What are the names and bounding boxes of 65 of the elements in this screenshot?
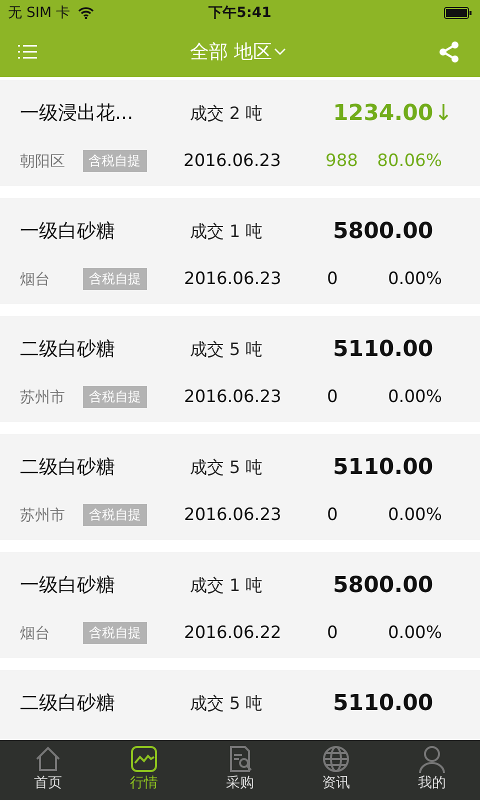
globe-icon: [321, 745, 351, 773]
status-time: 下午5:41: [208, 4, 272, 22]
share-icon[interactable]: [438, 40, 460, 62]
quote-card[interactable]: 二级白砂糖 成交 5 吨 5110.00: [0, 670, 480, 740]
date-text: 2016.06.23: [184, 387, 282, 407]
tab[interactable]: 行情: [96, 741, 192, 800]
volume-text: 成交 1 吨: [190, 220, 264, 242]
menu-icon[interactable]: [18, 44, 38, 60]
change-text: 0: [327, 387, 339, 407]
change-text: 0: [327, 623, 339, 643]
tab[interactable]: 采购: [192, 741, 288, 800]
down-arrow-icon: ↓: [434, 100, 453, 126]
price-text: 1234.00: [333, 100, 434, 126]
volume-text: 成交 5 吨: [190, 692, 264, 714]
percent-text: 0.00%: [388, 623, 442, 643]
date-text: 2016.06.23: [184, 151, 282, 171]
region-text: 苏州市: [20, 506, 66, 524]
percent-text: 0.00%: [388, 505, 442, 525]
percent-text: 0.00%: [388, 387, 442, 407]
price-text: 5110.00: [333, 690, 434, 716]
price-text: 5110.00: [333, 336, 434, 362]
price-text: 5800.00: [333, 218, 434, 244]
date-text: 2016.06.23: [184, 269, 282, 289]
percent-text: 0.00%: [388, 269, 442, 289]
user-icon: [417, 745, 447, 773]
change-text: 0: [327, 505, 339, 525]
volume-text: 成交 5 吨: [190, 456, 264, 478]
change-text: 0: [327, 269, 339, 289]
date-text: 2016.06.22: [184, 623, 282, 643]
price-text: 5800.00: [333, 572, 434, 598]
tab[interactable]: 资讯: [288, 741, 384, 800]
quote-card[interactable]: 一级白砂糖 成交 1 吨 5800.00 烟台 含税自提 2016.06.22 0 0.00%: [0, 552, 480, 658]
tax-tag: 含税自提: [83, 386, 147, 408]
tab[interactable]: 首页: [0, 741, 96, 800]
date-text: 2016.06.23: [184, 505, 282, 525]
change-text: 988: [326, 151, 359, 171]
volume-text: 成交 2 吨: [190, 102, 264, 124]
chart-icon: [129, 745, 159, 773]
price-text: 5110.00: [333, 454, 434, 480]
wifi-icon: [78, 7, 94, 19]
product-name: 二级白砂糖: [20, 691, 116, 716]
tab[interactable]: 我的: [384, 741, 480, 800]
quote-card[interactable]: 一级白砂糖 成交 1 吨 5800.00 烟台 含税自提 2016.06.23 0 0.00%: [0, 198, 480, 304]
region-text: 朝阳区: [20, 152, 66, 170]
tax-tag: 含税自提: [82, 150, 147, 172]
region-text: 烟台: [20, 270, 51, 288]
quote-card[interactable]: 二级白砂糖 成交 5 吨 5110.00 苏州市 含税自提 2016.06.23 0 0.00%: [0, 434, 480, 540]
tax-tag: 含税自提: [83, 504, 147, 526]
product-name: 二级白砂糖: [20, 455, 116, 480]
quote-card[interactable]: 二级白砂糖 成交 5 吨 5110.00 苏州市 含税自提 2016.06.23 0 0.00%: [0, 316, 480, 422]
product-name: 一级浸出花...: [20, 101, 134, 126]
product-name: 二级白砂糖: [20, 337, 116, 362]
carrier-text: 无 SIM 卡: [8, 4, 70, 22]
quote-card[interactable]: 一级浸出花... 成交 2 吨 1234.00↓ 朝阳区 含税自提 2016.06.23 988 80.06%: [0, 80, 480, 186]
battery-icon: [444, 7, 472, 19]
region-text: 苏州市: [20, 388, 66, 406]
tax-tag: 含税自提: [83, 622, 147, 644]
product-name: 一级白砂糖: [20, 219, 116, 244]
region-text: 烟台: [20, 624, 51, 642]
percent-text: 80.06%: [377, 151, 442, 171]
volume-text: 成交 5 吨: [190, 338, 264, 360]
product-name: 一级白砂糖: [20, 573, 116, 598]
tax-tag: 含税自提: [83, 268, 147, 290]
volume-text: 成交 1 吨: [190, 574, 264, 596]
caret-icon: [274, 48, 286, 56]
